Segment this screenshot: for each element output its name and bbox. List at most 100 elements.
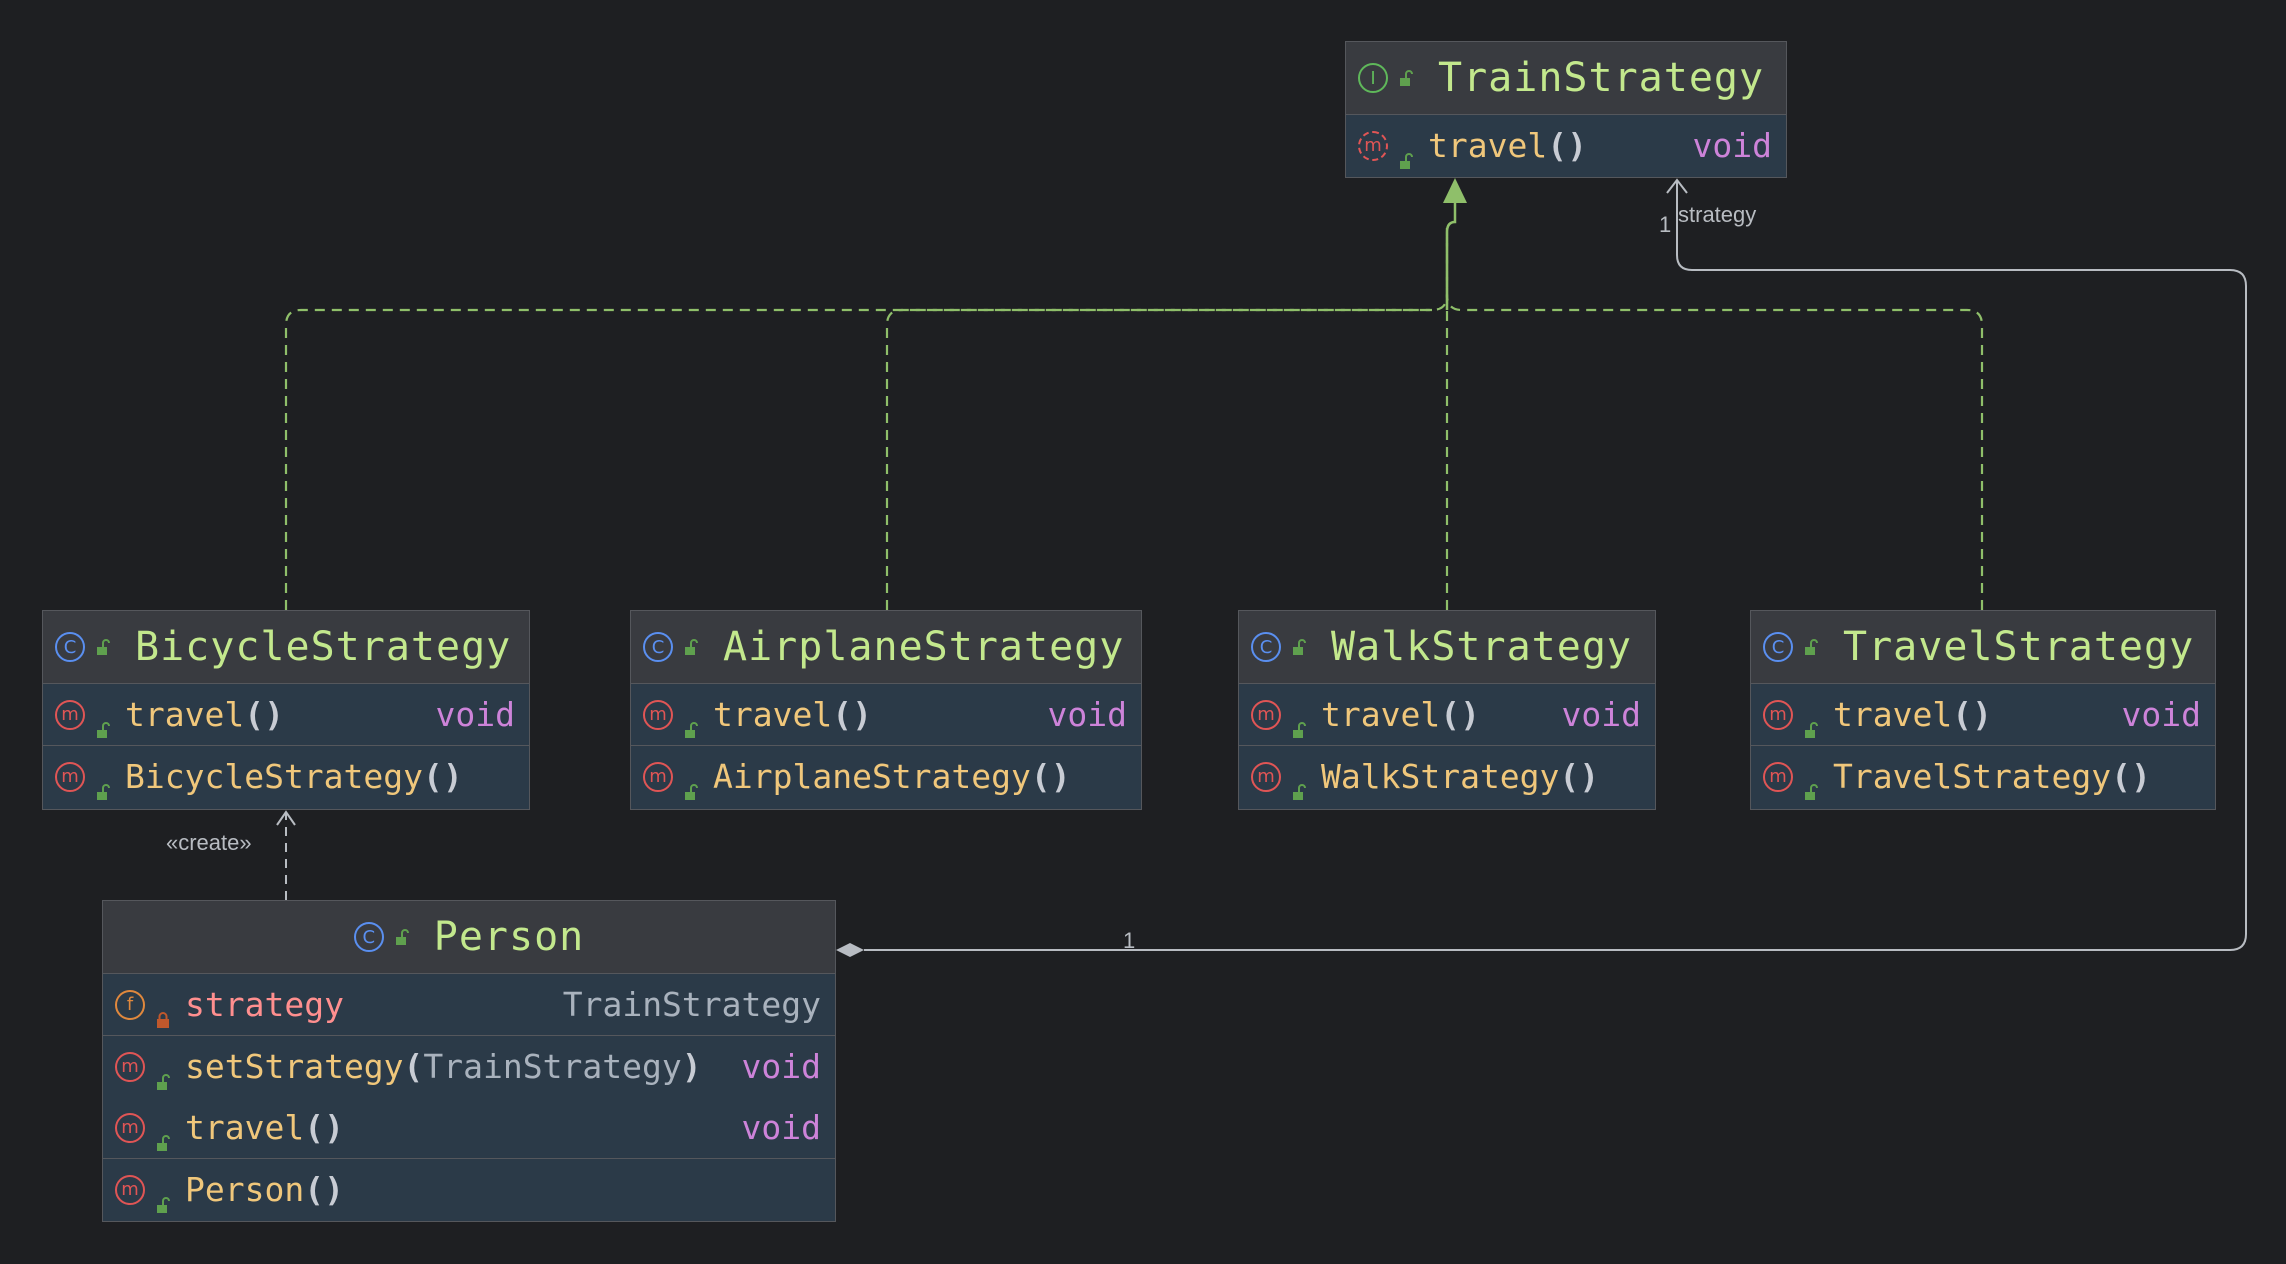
return-type: void <box>741 1047 821 1086</box>
unlock-icon <box>1398 138 1414 169</box>
method-icon: m <box>643 699 673 730</box>
realization-travel <box>1445 294 1984 610</box>
unlock-icon <box>155 1059 171 1090</box>
constructor-name: TravelStrategy <box>1833 757 2112 796</box>
train-strategy-interface[interactable]: I TrainStrategy m travel() void <box>1345 41 1787 178</box>
realization-arrowhead <box>1443 178 1467 203</box>
return-type: void <box>2121 695 2201 734</box>
class-name: TrainStrategy <box>1438 55 1765 101</box>
unlock-icon <box>95 707 111 738</box>
method-name: travel <box>713 695 833 734</box>
method-row[interactable]: m travel() void <box>631 684 1141 745</box>
method-icon: m <box>643 761 673 792</box>
methods-section: m travel() void <box>631 684 1141 746</box>
methods-section: m setStrategy(TrainStrategy) void m trav… <box>103 1036 835 1159</box>
method-paren-close: ) <box>681 1047 702 1086</box>
methods-section: m travel() void <box>1346 115 1786 176</box>
method-icon: m <box>1251 761 1281 792</box>
method-name: travel <box>1428 126 1548 165</box>
class-header: C WalkStrategy <box>1239 611 1655 684</box>
method-params: () <box>304 1108 344 1147</box>
class-name: WalkStrategy <box>1331 624 1632 670</box>
field-row[interactable]: f strategy TrainStrategy <box>103 974 835 1035</box>
method-name: travel <box>1833 695 1953 734</box>
class-icon: C <box>55 632 85 662</box>
return-type: void <box>1047 695 1127 734</box>
unlock-icon <box>95 639 111 655</box>
composition-diamond <box>836 943 864 957</box>
method-row[interactable]: m travel() void <box>1346 115 1786 176</box>
unlock-icon <box>683 707 699 738</box>
method-params: () <box>1952 695 1992 734</box>
method-paren-open: ( <box>403 1047 424 1086</box>
method-params: () <box>832 695 872 734</box>
field-icon: f <box>115 989 145 1020</box>
method-params: () <box>2111 757 2151 796</box>
constructor-name: BicycleStrategy <box>125 757 424 796</box>
constructors-section: m TravelStrategy() <box>1751 746 2215 807</box>
class-header: C AirplaneStrategy <box>631 611 1141 684</box>
method-row[interactable]: m travel() void <box>103 1097 835 1158</box>
class-name: TravelStrategy <box>1843 624 2195 670</box>
class-icon: C <box>353 922 384 952</box>
class-icon: C <box>1251 632 1281 662</box>
method-row[interactable]: m travel() void <box>1751 684 2215 745</box>
method-icon: m <box>55 699 85 730</box>
return-type: void <box>741 1108 821 1147</box>
class-header: C TravelStrategy <box>1751 611 2215 684</box>
unlock-icon <box>683 769 699 800</box>
method-name: travel <box>1321 695 1441 734</box>
realization-airplane <box>885 308 1432 610</box>
constructor-row[interactable]: m BicycleStrategy() <box>43 746 529 807</box>
method-params: () <box>244 695 284 734</box>
create-stereotype-label: «create» <box>166 830 252 855</box>
constructor-name: WalkStrategy <box>1321 757 1560 796</box>
return-type: void <box>1692 126 1772 165</box>
method-params: () <box>1440 695 1480 734</box>
method-icon: m <box>1763 761 1793 792</box>
methods-section: m travel() void <box>1239 684 1655 746</box>
unlock-icon <box>155 1120 171 1151</box>
constructor-name: AirplaneStrategy <box>713 757 1031 796</box>
method-row[interactable]: m travel() void <box>1239 684 1655 745</box>
unlock-icon <box>1291 639 1307 655</box>
composition-multiplicity-label: 1 <box>1123 928 1136 953</box>
constructor-name: Person <box>185 1170 305 1209</box>
constructors-section: m BicycleStrategy() <box>43 746 529 807</box>
method-params: () <box>1030 757 1071 796</box>
unlock-icon <box>155 1182 171 1213</box>
unlock-icon <box>1803 769 1819 800</box>
constructor-row[interactable]: m TravelStrategy() <box>1751 746 2215 807</box>
methods-section: m travel() void <box>1751 684 2215 746</box>
travel-strategy-class[interactable]: C TravelStrategy m travel() void m Trave… <box>1750 610 2216 810</box>
unlock-icon <box>1803 707 1819 738</box>
field-type: TrainStrategy <box>562 985 821 1024</box>
method-name: setStrategy <box>185 1047 404 1086</box>
bicycle-strategy-class[interactable]: C BicycleStrategy m travel() void m Bicy… <box>42 610 530 810</box>
method-row[interactable]: m travel() void <box>43 684 529 745</box>
realization-lines <box>284 228 1984 610</box>
method-icon: m <box>1358 130 1388 161</box>
method-name: travel <box>125 695 245 734</box>
realization-trunk <box>1445 200 1457 310</box>
constructor-row[interactable]: m WalkStrategy() <box>1239 746 1655 807</box>
class-name: AirplaneStrategy <box>723 624 1125 670</box>
walk-strategy-class[interactable]: C WalkStrategy m travel() void m WalkStr… <box>1238 610 1656 810</box>
person-class[interactable]: C Person f strategy TrainStrategy m setS… <box>102 900 836 1222</box>
constructor-row[interactable]: m Person() <box>103 1159 835 1220</box>
unlock-icon <box>1291 769 1307 800</box>
return-type: void <box>1561 695 1641 734</box>
method-params: () <box>1547 126 1587 165</box>
method-row[interactable]: m setStrategy(TrainStrategy) void <box>103 1036 835 1097</box>
class-name: Person <box>433 914 585 960</box>
unlock-icon <box>683 639 699 655</box>
return-type: void <box>435 695 515 734</box>
method-params: () <box>423 757 463 796</box>
constructors-section: m AirplaneStrategy() <box>631 746 1141 807</box>
lock-icon <box>155 997 171 1028</box>
method-icon: m <box>55 761 85 792</box>
class-header: C BicycleStrategy <box>43 611 529 684</box>
method-params: () <box>1559 757 1600 796</box>
airplane-strategy-class[interactable]: C AirplaneStrategy m travel() void m Air… <box>630 610 1142 810</box>
constructor-row[interactable]: m AirplaneStrategy() <box>631 746 1141 807</box>
